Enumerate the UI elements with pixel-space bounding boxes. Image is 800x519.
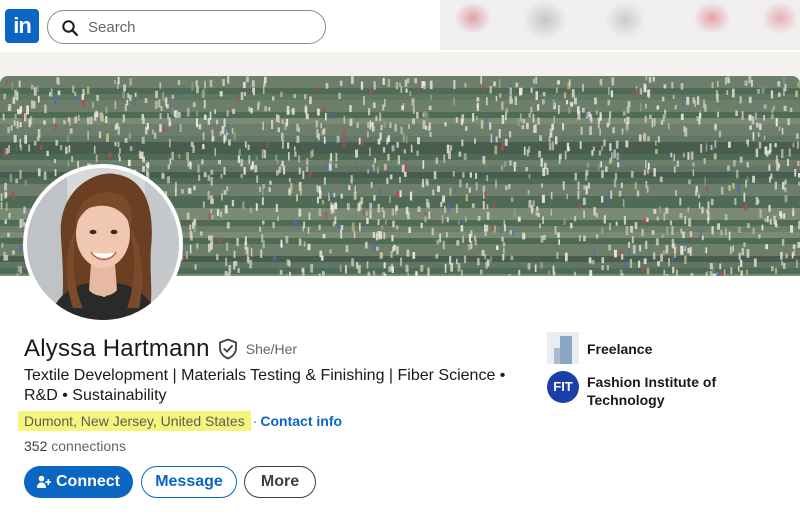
linkedin-logo-icon[interactable]: in <box>5 9 39 43</box>
connections-count[interactable]: 352 connections <box>24 438 126 454</box>
verified-shield-icon[interactable] <box>218 338 238 360</box>
location-row: Dumont, New Jersey, United States · Cont… <box>18 410 342 432</box>
connections-label: connections <box>51 438 126 454</box>
pronouns: She/Her <box>245 341 298 357</box>
person-plus-icon <box>37 475 51 488</box>
blurred-nav-items <box>440 0 800 50</box>
profile-headline: Textile Development | Materials Testing … <box>24 367 506 404</box>
connect-button[interactable]: Connect <box>24 466 133 498</box>
profile-name: Alyssa Hartmann <box>24 335 210 362</box>
profile-actions: Connect Message More <box>24 466 316 498</box>
name-row: Alyssa Hartmann She/Her <box>24 334 297 364</box>
company-name: Freelance <box>587 341 653 357</box>
education-school[interactable]: FIT Fashion Institute of Technology <box>547 371 737 409</box>
search-bar[interactable] <box>47 10 326 44</box>
school-logo-icon: FIT <box>547 371 579 403</box>
more-button[interactable]: More <box>244 466 316 498</box>
profile-card: Alyssa Hartmann She/Her Textile Developm… <box>0 76 800 519</box>
separator-dot: · <box>252 413 258 429</box>
contact-info-link[interactable]: Contact info <box>260 413 342 429</box>
location-text: Dumont, New Jersey, United States <box>18 411 251 431</box>
school-name: Fashion Institute of Technology <box>587 374 717 408</box>
message-button[interactable]: Message <box>141 466 237 498</box>
profile-photo[interactable] <box>23 164 183 324</box>
search-input[interactable] <box>88 17 308 37</box>
search-icon <box>62 20 79 37</box>
connections-number: 352 <box>24 438 48 454</box>
current-company[interactable]: Freelance <box>547 332 737 364</box>
top-nav: in <box>0 0 800 52</box>
connect-label: Connect <box>56 473 120 490</box>
avatar <box>27 168 179 320</box>
company-logo-icon <box>547 332 579 364</box>
avatar-portrait <box>27 168 179 320</box>
